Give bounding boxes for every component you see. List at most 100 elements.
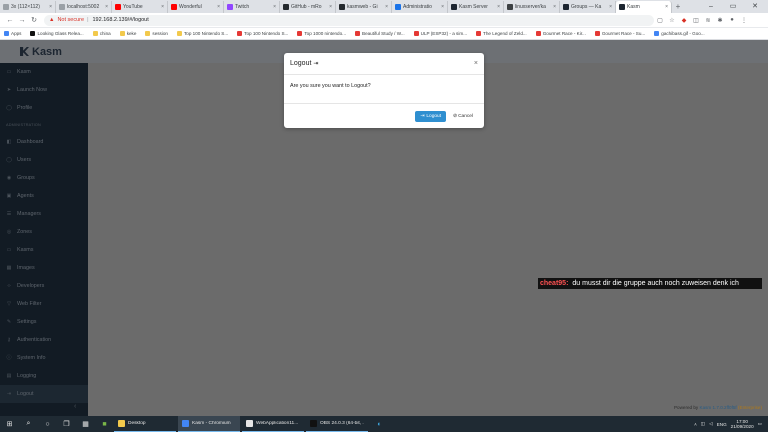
forward-icon[interactable]: →	[16, 17, 28, 24]
new-tab-button[interactable]: +	[672, 1, 684, 13]
footer-kasm-link[interactable]: Kasm	[700, 405, 712, 410]
volume-icon[interactable]: ◁	[709, 421, 713, 427]
bookmark-item[interactable]: keke	[119, 31, 136, 36]
browser-tab[interactable]: Twitch ×	[224, 1, 280, 13]
tab-close-icon[interactable]: ×	[327, 4, 332, 10]
edge-icon[interactable]: ◐	[370, 416, 389, 432]
sidebar-item-kasms[interactable]: ▭ Kasms	[0, 241, 88, 259]
maximize-button[interactable]: ▭	[722, 0, 744, 13]
address-bar[interactable]: ▲ Not secure | 192.168.2.139/#/logout	[44, 14, 654, 26]
sidebar-item-zones[interactable]: ◎ Zones	[0, 223, 88, 241]
puzzle-icon[interactable]: ✱	[714, 17, 726, 24]
wifi-extension-icon[interactable]: ≋	[702, 17, 714, 24]
browser-tab[interactable]: Kasm ×	[616, 1, 672, 13]
taskbar-app[interactable]: OBS 24.0.3 (64-bit, ...	[306, 416, 368, 432]
sidebar-item-settings[interactable]: ✎ Settings	[0, 313, 88, 331]
tab-close-icon[interactable]: ×	[215, 4, 220, 10]
browser-tab[interactable]: GitHub - mRo ×	[280, 1, 336, 13]
bookmark-item[interactable]: Looking Glass Relea...	[30, 31, 84, 36]
sidebar-item-logout[interactable]: ⇥ Logout	[0, 385, 88, 403]
cancel-button[interactable]: ⊘ Cancel	[450, 111, 476, 122]
taskbar-app[interactable]: Kasm - Chromium	[178, 416, 240, 432]
sidebar-item-dashboard[interactable]: ◧ Dashboard	[0, 133, 88, 151]
profile-avatar[interactable]: ●	[726, 17, 738, 23]
bookmark-label: Top 1000 nintendo...	[304, 31, 346, 36]
reload-icon[interactable]: ↻	[28, 16, 40, 24]
sidebar-item-authentication[interactable]: ⚷ Authentication	[0, 331, 88, 349]
tab-close-icon[interactable]: ×	[103, 4, 108, 10]
sidebar-item-system-info[interactable]: ⓘ System Info	[0, 349, 88, 367]
bookmark-item[interactable]: gachibass.gif - Goo...	[654, 31, 705, 36]
search-icon[interactable]: ⌕	[19, 416, 38, 432]
extension-icon[interactable]: ◫	[690, 17, 702, 24]
bookmark-item[interactable]: Top 100 Nintendo S...	[176, 31, 228, 36]
browser-tab[interactable]: YouTube ×	[112, 1, 168, 13]
bookmark-item[interactable]: Top 100 Nintendo S...	[237, 31, 288, 36]
network-icon[interactable]: ◫	[701, 421, 705, 427]
taskbar-app[interactable]: Desktop	[114, 416, 176, 432]
bookmark-item[interactable]: session	[145, 31, 168, 36]
sidebar-item-agents[interactable]: ▣ Agents	[0, 187, 88, 205]
notifications-icon[interactable]: ▭	[758, 421, 762, 427]
browser-tab[interactable]: Kasm Server ×	[448, 1, 504, 13]
tab-close-icon[interactable]: ×	[383, 4, 388, 10]
tab-close-icon[interactable]: ×	[271, 4, 276, 10]
tab-close-icon[interactable]: ×	[607, 4, 612, 10]
calculator-icon[interactable]: ▦	[76, 416, 95, 432]
back-icon[interactable]: ←	[4, 17, 16, 24]
sidebar-item-launch-now[interactable]: ➤ Launch Now	[0, 81, 88, 99]
bookmark-item[interactable]: The Legend of Zeld...	[476, 31, 527, 36]
tab-search-icon[interactable]: ▢	[654, 17, 666, 24]
task-view-icon[interactable]: ❐	[57, 416, 76, 432]
tab-close-icon[interactable]: ×	[159, 4, 164, 10]
clock[interactable]: 17:00 21/09/2020	[731, 419, 754, 429]
bookmark-item[interactable]: Beautiful Study / W...	[355, 31, 405, 36]
tab-title: linuxserver/ka	[515, 4, 546, 10]
sidebar-item-logging[interactable]: ▤ Logging	[0, 367, 88, 385]
browser-tab[interactable]: Administratio ×	[392, 1, 448, 13]
sidebar-item-kasm[interactable]: ▭ Kasm	[0, 63, 88, 81]
sidebar-item-profile[interactable]: ◯ Profile	[0, 99, 88, 117]
app-launcher-icon[interactable]: ■	[95, 416, 114, 432]
browser-tab[interactable]: kasmweb - Gi ×	[336, 1, 392, 13]
taskbar: ⊞ ⌕ ○ ❐ ▦ ■ Desktop Kasm - Chromium WebApp…	[0, 416, 768, 432]
menu-icon[interactable]: ⋮	[738, 17, 750, 24]
tab-close-icon[interactable]: ×	[439, 4, 444, 10]
cortana-icon[interactable]: ○	[38, 416, 57, 432]
minimize-button[interactable]: –	[700, 0, 722, 13]
taskbar-app[interactable]: WebApplication11...	[242, 416, 304, 432]
sidebar-item-developers[interactable]: ‹› Developers	[0, 277, 88, 295]
language-indicator[interactable]: ENG	[717, 422, 727, 427]
bookmark-item[interactable]: china	[92, 31, 111, 36]
sidebar-item-users[interactable]: ◯ Users	[0, 151, 88, 169]
bookmark-item[interactable]: Gourmet Race - Kir...	[535, 31, 586, 36]
tab-close-icon[interactable]: ×	[663, 4, 668, 10]
footer-version[interactable]: 1.7.0.2ff0f5f	[713, 405, 737, 410]
sidebar-item-web-filter[interactable]: ▽ Web Filter	[0, 295, 88, 313]
tab-close-icon[interactable]: ×	[551, 4, 556, 10]
managers-icon: ☰	[6, 211, 12, 217]
sidebar-item-images[interactable]: ▦ Images	[0, 259, 88, 277]
collapse-sidebar-icon[interactable]: ‹	[74, 403, 76, 410]
tray-arrow-icon[interactable]: ˄	[694, 422, 697, 427]
browser-tab[interactable]: Groups — Ka ×	[560, 1, 616, 13]
modal-close-icon[interactable]: ×	[474, 60, 478, 67]
kasm-logo[interactable]: Kasm	[20, 46, 62, 58]
bookmark-item[interactable]: ULP (ESP32) - a sim...	[413, 31, 467, 36]
bookmark-item[interactable]: Top 1000 nintendo...	[297, 31, 346, 36]
shield-extension-icon[interactable]: ◆	[678, 17, 690, 24]
browser-tab[interactable]: Wonderful ×	[168, 1, 224, 13]
sidebar-item-groups[interactable]: ◉ Groups	[0, 169, 88, 187]
browser-tab[interactable]: localhost:5002 ×	[56, 1, 112, 13]
browser-tab[interactable]: 3x (112×112) ×	[0, 1, 56, 13]
tab-close-icon[interactable]: ×	[495, 4, 500, 10]
tab-close-icon[interactable]: ×	[47, 4, 52, 10]
browser-tab[interactable]: linuxserver/ka ×	[504, 1, 560, 13]
bookmark-star-icon[interactable]: ☆	[666, 17, 678, 24]
sidebar-item-managers[interactable]: ☰ Managers	[0, 205, 88, 223]
bookmark-item[interactable]: Gourmet Race - Su...	[594, 31, 645, 36]
window-close-button[interactable]: ✕	[744, 0, 766, 13]
bookmark-item[interactable]: Apps	[4, 31, 21, 36]
windows-start-icon[interactable]: ⊞	[0, 416, 19, 432]
logout-button[interactable]: ⇥ Logout	[415, 110, 447, 122]
